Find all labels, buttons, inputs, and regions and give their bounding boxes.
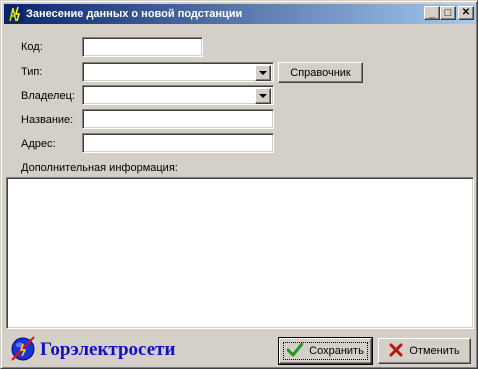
maximize-button[interactable]: □ xyxy=(440,6,456,20)
extra-info-textarea[interactable] xyxy=(6,177,474,329)
address-label: Адрес: xyxy=(21,138,56,150)
code-label: Код: xyxy=(21,41,43,53)
minimize-icon: _ xyxy=(429,8,435,19)
chevron-down-icon xyxy=(259,94,267,98)
dialog-window: Занесение данных о новой подстанции _ □ … xyxy=(0,0,478,369)
type-dropdown-button[interactable] xyxy=(255,65,271,81)
owner-dropdown-button[interactable] xyxy=(255,88,271,104)
window-title: Занесение данных о новой подстанции xyxy=(26,8,243,20)
title-bar-buttons: _ □ ✕ xyxy=(424,6,474,20)
brand-name: Горэлектросети xyxy=(40,338,176,360)
title-bar[interactable]: Занесение данных о новой подстанции _ □ … xyxy=(4,4,476,24)
close-button[interactable]: ✕ xyxy=(458,6,474,20)
lookup-button[interactable]: Справочник xyxy=(278,62,363,83)
save-button[interactable]: Сохранить xyxy=(278,337,373,365)
address-field[interactable] xyxy=(82,133,274,153)
code-field[interactable] xyxy=(82,37,203,57)
save-button-label: Сохранить xyxy=(309,345,364,357)
name-field[interactable] xyxy=(82,109,274,129)
close-icon: ✕ xyxy=(461,7,471,18)
chevron-down-icon xyxy=(259,71,267,75)
extra-info-label: Дополнительная информация: xyxy=(21,162,178,174)
brand-icon xyxy=(9,334,37,365)
owner-label: Владелец: xyxy=(21,90,75,102)
owner-combobox[interactable] xyxy=(82,85,274,105)
x-icon xyxy=(389,343,403,360)
checkmark-icon xyxy=(286,342,304,360)
minimize-button[interactable]: _ xyxy=(424,6,440,20)
type-label: Тип: xyxy=(21,66,43,78)
brand-logo: Горэлектросети xyxy=(9,334,175,365)
type-combobox[interactable] xyxy=(82,62,274,82)
lightning-pylon-icon xyxy=(7,6,23,22)
cancel-button-label: Отменить xyxy=(409,345,460,357)
lookup-button-label: Справочник xyxy=(290,66,351,79)
maximize-icon: □ xyxy=(444,7,452,19)
cancel-button[interactable]: Отменить xyxy=(378,338,471,364)
name-label: Название: xyxy=(21,114,74,126)
